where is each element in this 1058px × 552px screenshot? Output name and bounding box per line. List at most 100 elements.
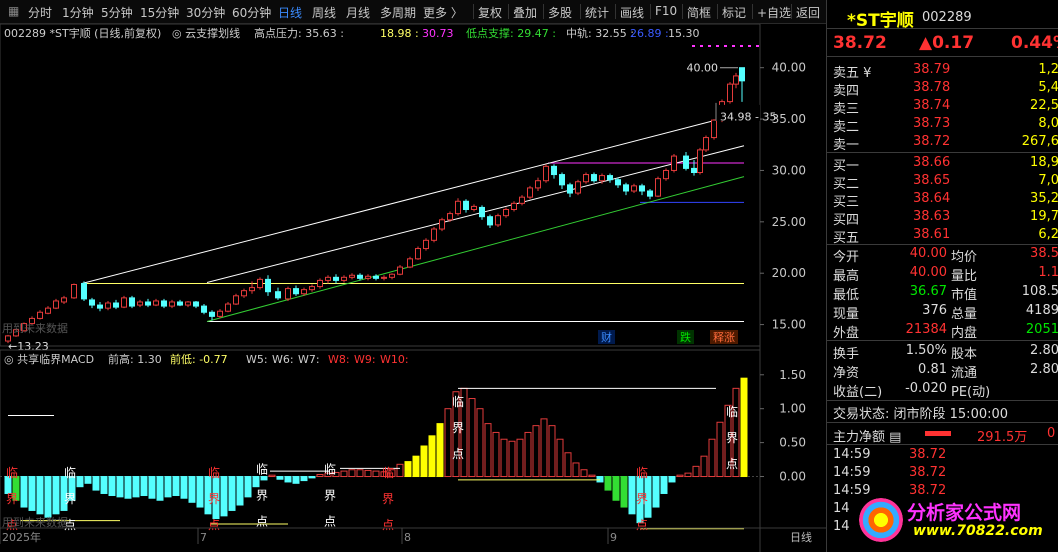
price-change-pct: 0.44%	[1011, 33, 1058, 53]
bid-price-3: 38.63	[913, 209, 951, 224]
period-tab-1[interactable]: 1分钟	[62, 4, 94, 21]
macd-bar	[620, 476, 628, 508]
macd-bar	[132, 476, 140, 498]
main-info-text-6: 中轨: 32.55 :	[566, 26, 634, 40]
period-tab-7[interactable]: 周线	[312, 4, 336, 21]
candle-body	[53, 300, 59, 309]
macd-bar	[252, 476, 260, 488]
stat-value2-0: 38.5	[1030, 246, 1058, 261]
ask-label-4: 卖一	[833, 138, 860, 153]
sub-future-data-note: 用到未来数据	[2, 515, 68, 529]
candle-body	[527, 187, 533, 198]
macd-bar	[76, 476, 84, 488]
fin-label-0: 换手	[833, 347, 860, 362]
fin-value-0: 1.50%	[905, 343, 947, 358]
sub-info-text-0: ◎ 共享临界MACD	[4, 352, 94, 366]
bid-volume-1: 7,0	[1038, 173, 1058, 188]
macd-bar	[124, 476, 132, 499]
sub-info-text-1: 前高: 1.30	[108, 352, 162, 366]
bid-volume-4: 6,2	[1038, 227, 1058, 242]
critical-point-char-4: 临	[324, 463, 336, 477]
macd-bar	[588, 474, 596, 478]
stat-label2-0: 均价	[951, 250, 978, 265]
period-tab-0[interactable]: 分时	[28, 4, 52, 21]
candle-body	[487, 216, 493, 226]
toolbar-button-7[interactable]: 标记	[722, 4, 746, 21]
toolbar-button-8[interactable]: +自选	[757, 4, 791, 21]
period-tab-4[interactable]: 30分钟	[186, 4, 225, 21]
toolbar-button-9[interactable]: 返回	[796, 4, 820, 21]
candle-body	[357, 274, 363, 279]
candle-body	[615, 179, 621, 186]
toolbar-button-2[interactable]: 多股	[548, 4, 572, 21]
candle-body	[137, 301, 143, 306]
period-tab-6[interactable]: 日线	[278, 4, 302, 21]
critical-point-char-4: 界	[324, 489, 336, 503]
y-tick-label: 15.00	[772, 318, 806, 332]
stat-value2-2: 108.5	[1021, 284, 1058, 299]
period-tab-9[interactable]: 多周期	[380, 4, 416, 21]
kline-chart-svg[interactable]: 40.00 35.00 30.00 25.00 20.00 15.00 002289 *ST…	[0, 23, 826, 552]
macd-bar	[52, 476, 60, 515]
critical-point-char-0: 界	[6, 492, 18, 506]
ask-label-2: 卖三	[833, 102, 860, 117]
candle-body	[193, 301, 199, 307]
bid-price-4: 38.61	[913, 227, 951, 242]
macd-bar	[244, 476, 252, 498]
period-button[interactable]: 日线	[790, 530, 812, 544]
critical-point-char-8: 临	[726, 405, 738, 419]
macd-bar	[668, 476, 676, 483]
candle-body	[225, 303, 231, 312]
candle-body	[463, 200, 469, 210]
watermark-logo: 分析家公式网 www.70822.com	[859, 494, 1058, 546]
macd-bar	[100, 476, 108, 494]
macd-bar	[92, 476, 100, 491]
candle-body	[121, 297, 127, 308]
main-info-text-3: 18.98 :	[380, 27, 419, 40]
candle-body	[293, 288, 299, 295]
status-divider	[827, 422, 1058, 423]
sub-info-text-5: W7:	[298, 353, 320, 366]
period-tab-10[interactable]: 更多 〉	[423, 4, 463, 21]
stat-label-0: 今开	[833, 250, 860, 265]
macd-bar	[484, 423, 492, 478]
macd-bar	[540, 418, 548, 478]
toolbar-separator	[682, 4, 683, 19]
main-plot-frame	[0, 23, 761, 347]
price-divider	[827, 56, 1058, 57]
fin-label-1: 净资	[833, 366, 860, 381]
candle-body	[607, 175, 613, 181]
sub-y-tick-label: 0.50	[779, 436, 806, 450]
main-net-extra: 0	[1047, 426, 1056, 441]
macd-bar	[148, 476, 156, 499]
macd-bar	[116, 476, 124, 498]
fin-value-1: 0.81	[918, 362, 947, 377]
main-info-text-8: 15.30	[668, 27, 700, 40]
toolbar-button-1[interactable]: 叠加	[513, 4, 537, 21]
macd-bar	[348, 469, 356, 478]
main-net-bar	[925, 431, 951, 436]
fin-value2-1: 2.80	[1030, 362, 1058, 377]
candle-body	[265, 278, 271, 293]
toolbar-button-3[interactable]: 统计	[585, 4, 609, 21]
toolbar-button-4[interactable]: 画线	[620, 4, 644, 21]
ask-volume-2: 22,5	[1030, 98, 1058, 113]
toolbar-button-5[interactable]: F10	[655, 4, 677, 18]
macd-bar	[500, 438, 508, 478]
candle-body	[129, 297, 135, 307]
period-tab-2[interactable]: 5分钟	[101, 4, 133, 21]
period-tab-8[interactable]: 月线	[346, 4, 370, 21]
candle-body	[275, 291, 281, 299]
period-tab-3[interactable]: 15分钟	[140, 4, 179, 21]
toolbar-button-0[interactable]: 复权	[478, 4, 502, 21]
stat-value-0: 40.00	[909, 246, 947, 261]
bids-divider	[827, 244, 1058, 245]
candle-body	[389, 273, 395, 278]
candle-body	[333, 276, 339, 281]
macd-bar	[28, 476, 36, 511]
bid-label-2: 买三	[833, 195, 860, 210]
period-tab-5[interactable]: 60分钟	[232, 4, 271, 21]
menu-grid-icon[interactable]: ▦	[8, 4, 19, 18]
toolbar-button-6[interactable]: 简框	[687, 4, 711, 21]
ask-volume-4: 267,6	[1021, 134, 1058, 149]
